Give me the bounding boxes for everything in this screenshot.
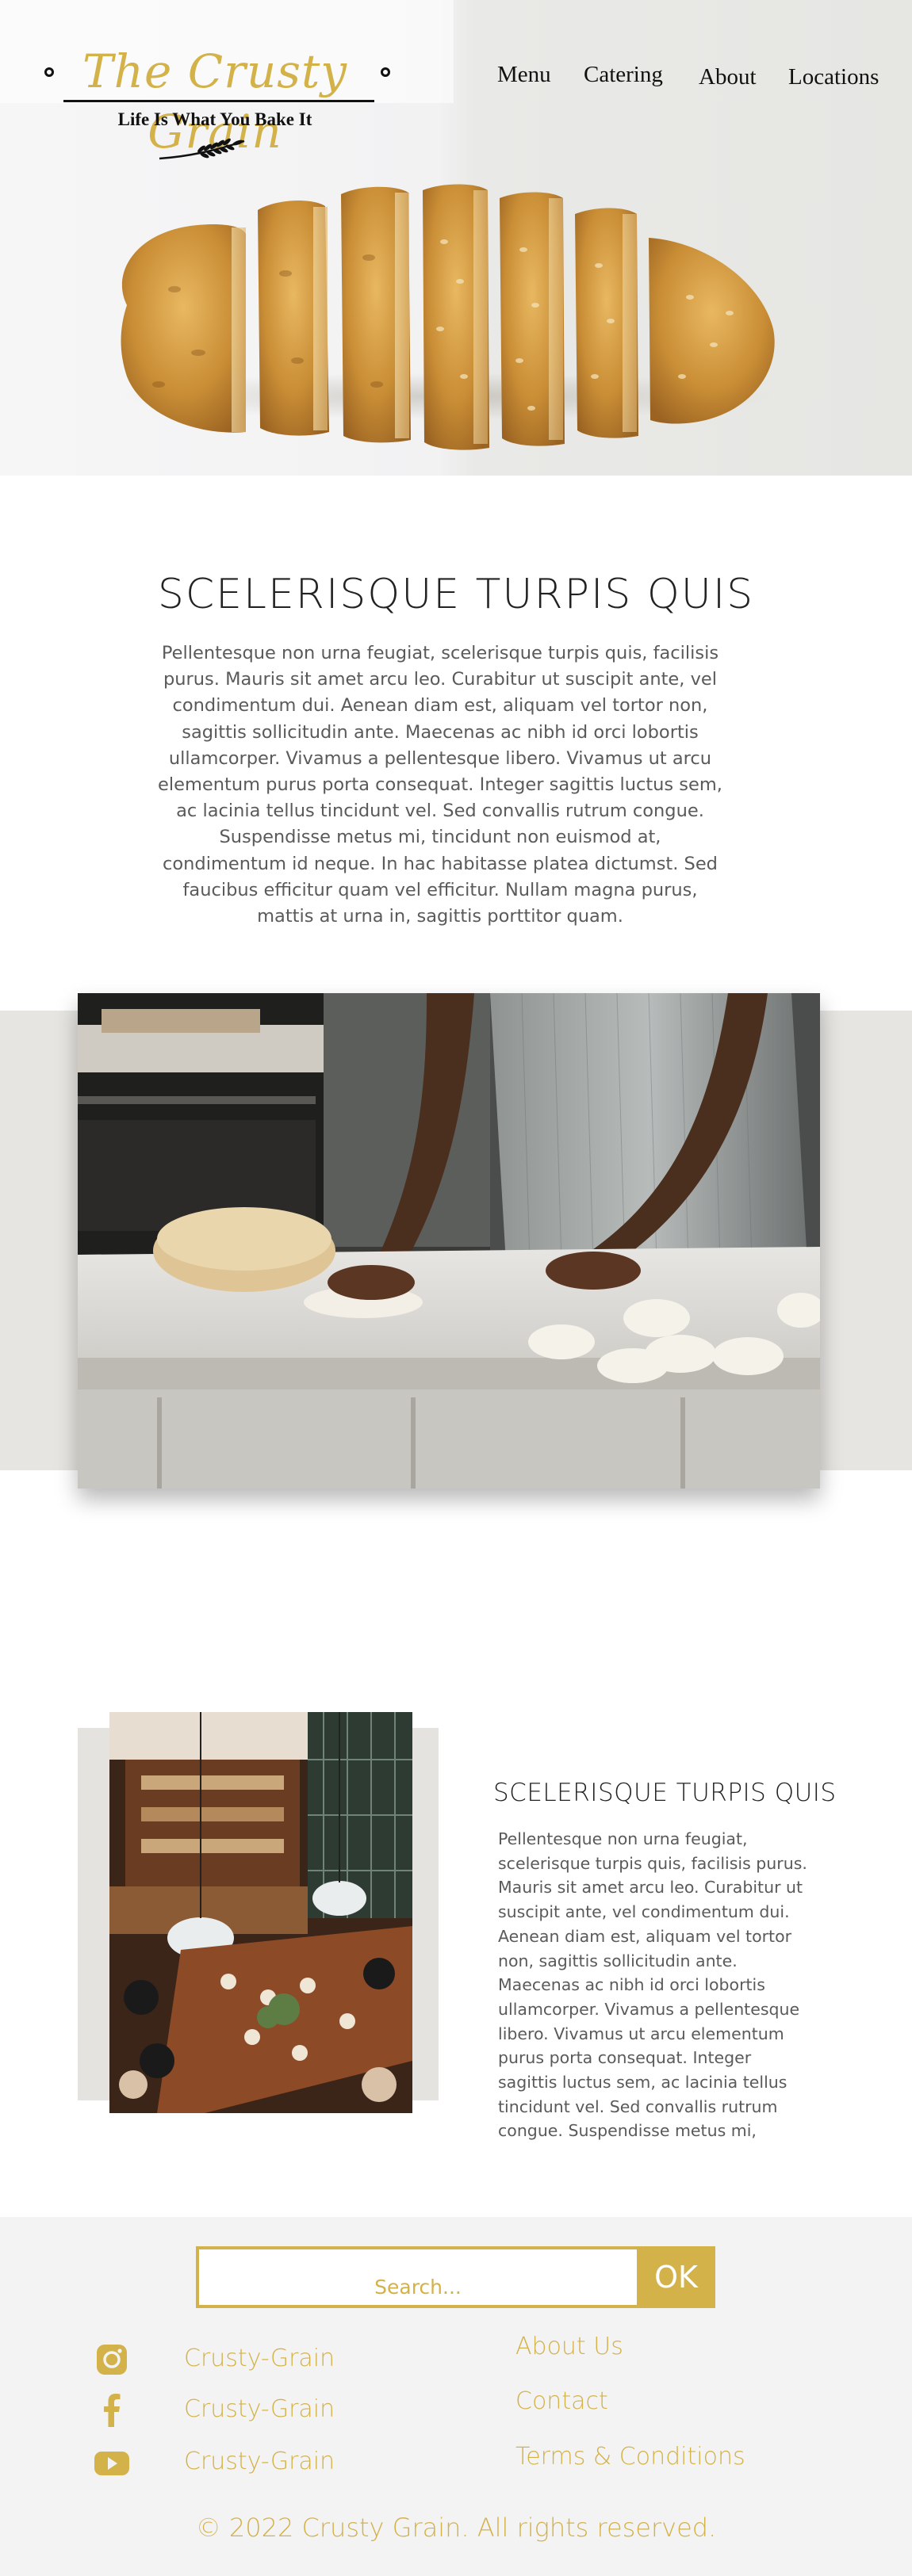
instagram-icon[interactable] xyxy=(92,2340,132,2379)
search-ok-button[interactable]: OK xyxy=(637,2246,715,2308)
sliced-bread-image xyxy=(121,184,775,450)
search-input[interactable] xyxy=(199,2249,637,2305)
nav-menu[interactable]: Menu xyxy=(497,62,551,88)
facebook-icon[interactable] xyxy=(92,2391,132,2430)
youtube-icon[interactable] xyxy=(92,2443,132,2482)
nav-locations[interactable]: Locations xyxy=(788,64,879,90)
nav-catering[interactable]: Catering xyxy=(584,62,663,88)
copyright-notice: © 2022 Crusty Grain. All rights reserved… xyxy=(195,2513,717,2543)
facebook-link[interactable]: Crusty-Grain xyxy=(184,2395,335,2423)
footer-link-about-us[interactable]: About Us xyxy=(515,2333,623,2360)
cafe-interior-photo xyxy=(109,1712,412,2113)
logo-rule xyxy=(63,100,374,102)
nav-about[interactable]: About xyxy=(699,64,757,90)
footer-link-terms[interactable]: Terms & Conditions xyxy=(515,2443,745,2471)
feature-title: SCELERISQUE TURPIS QUIS xyxy=(493,1779,837,1807)
brand-logo[interactable]: The Crusty Grain Life Is What You Bake I… xyxy=(44,41,390,160)
feature-text: Pellentesque non urna feugiat, scelerisq… xyxy=(498,1829,807,2148)
social-instagram[interactable]: Crusty-Grain xyxy=(92,2340,362,2379)
social-youtube[interactable]: Crusty-Grain xyxy=(92,2443,362,2482)
brand-tagline: Life Is What You Bake It xyxy=(117,109,312,129)
wheat-icon xyxy=(159,138,245,160)
main-nav: Menu Catering About Locations xyxy=(476,62,896,94)
intro-title: SCELERISQUE TURPIS QUIS xyxy=(157,571,755,618)
footer-link-contact[interactable]: Contact xyxy=(515,2387,608,2415)
intro-text: Pellentesque non urna feugiat, scelerisq… xyxy=(158,643,722,927)
youtube-link[interactable]: Crusty-Grain xyxy=(184,2448,335,2475)
social-facebook[interactable]: Crusty-Grain xyxy=(92,2391,362,2430)
hero-banner: The Crusty Grain Life Is What You Bake I… xyxy=(0,0,912,476)
baker-kneading-photo xyxy=(78,993,820,1489)
search-box xyxy=(196,2246,640,2308)
instagram-link[interactable]: Crusty-Grain xyxy=(184,2345,335,2372)
logo-ornament-right xyxy=(381,67,390,77)
